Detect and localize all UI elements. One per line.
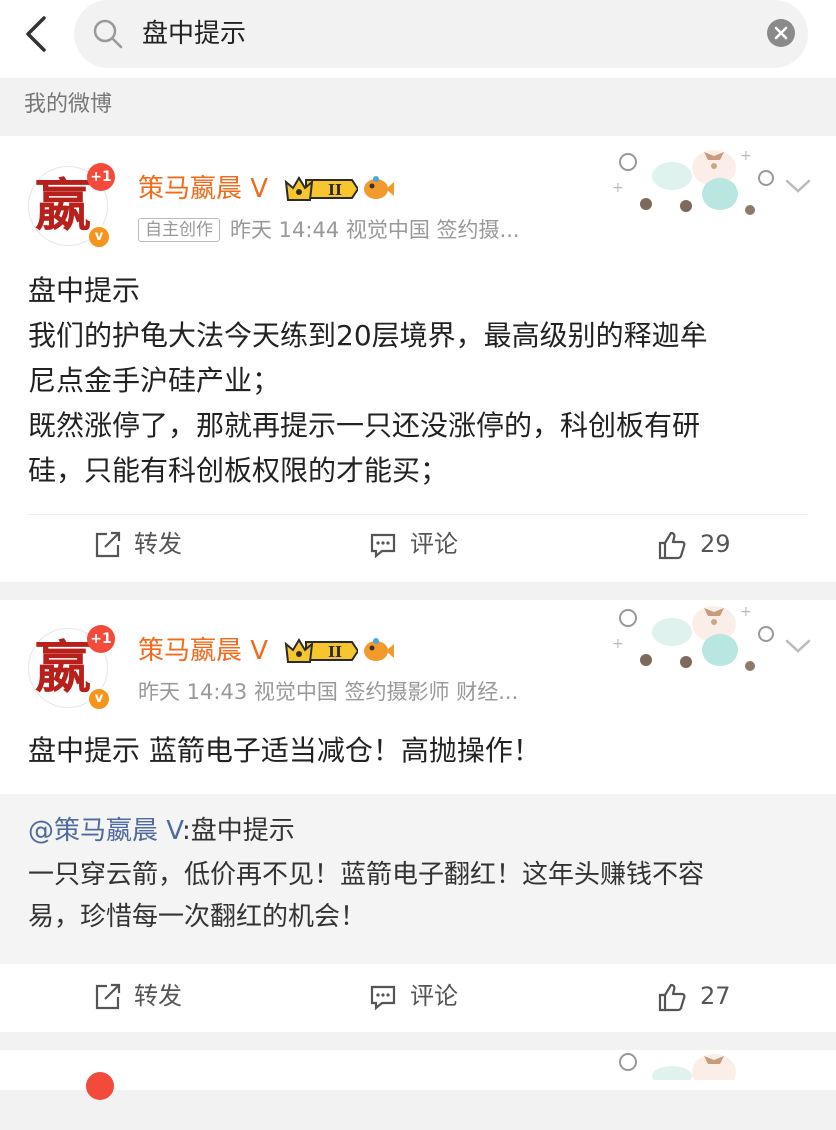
notification-badge: +1 [87, 625, 115, 653]
verified-badge: v [87, 225, 111, 249]
top-bar: 盘中提示 [0, 0, 836, 78]
post-line: 盘中提示 [28, 274, 141, 307]
post-line: 盘中提示 蓝箭电子适当减仓！高抛操作！ [28, 734, 541, 767]
svg-text:II: II [328, 181, 342, 199]
like-button[interactable]: 27 [656, 982, 746, 1014]
post-body: 盘中提示 蓝箭电子适当减仓！高抛操作！ [28, 728, 808, 773]
svg-text:+: + [740, 604, 752, 620]
post-card[interactable]: 嬴 +1 v 策马嬴晨 V II 昨天 14:43 视觉中国 签约摄影师 财经.… [0, 600, 836, 1032]
post-meta: 昨天 14:43 视觉中国 签约摄影师 财经... [138, 680, 519, 704]
repost-button[interactable]: 转发 [92, 982, 202, 1014]
comment-button[interactable]: 评论 [368, 530, 478, 562]
search-input[interactable]: 盘中提示 [74, 0, 808, 68]
repost-icon [95, 531, 121, 558]
repost-line: 易，珍惜每一次翻红的机会！ [28, 902, 367, 932]
post-body: 盘中提示 我们的护龟大法今天练到20层境界，最高级别的释迦牟 尼点金手沪硅产业；… [28, 268, 808, 493]
comment-button[interactable]: 评论 [368, 982, 478, 1014]
post-time-source: 昨天 14:44 视觉中国 签约摄... [230, 218, 520, 242]
notification-badge: +1 [87, 163, 115, 191]
avatar[interactable]: 嬴 +1 v [28, 163, 115, 249]
crown-icon: II [284, 636, 360, 666]
crown-icon: II [284, 174, 360, 204]
like-icon [658, 983, 686, 1012]
comment-label: 评论 [410, 982, 458, 1010]
post-meta: 自主创作 昨天 14:44 视觉中国 签约摄... [138, 216, 520, 244]
repost-label: 转发 [134, 982, 182, 1010]
repost-icon [95, 983, 121, 1010]
card-decoration-sticker: + + [606, 146, 782, 226]
like-count: 29 [700, 530, 731, 558]
card-decoration-sticker: + + [606, 602, 782, 682]
chevron-down-icon[interactable] [784, 636, 812, 656]
repost-button[interactable]: 转发 [92, 530, 202, 562]
fish-icon [362, 636, 394, 664]
original-tag: 自主创作 [138, 218, 220, 242]
verified-badge: v [87, 687, 111, 711]
post-line: 硅，只能有科创板权限的才能买； [28, 454, 449, 487]
svg-text:+: + [740, 148, 752, 164]
divider [28, 514, 808, 515]
username[interactable]: 策马嬴晨 V [138, 634, 268, 668]
comment-label: 评论 [410, 530, 458, 558]
avatar[interactable]: 嬴 +1 v [28, 625, 115, 711]
reposted-content[interactable]: @策马嬴晨 V:盘中提示 一只穿云箭，低价再不见！蓝箭电子翻红！这年头赚钱不容 … [0, 794, 836, 964]
comment-icon [370, 985, 396, 1011]
repost-title: :盘中提示 [181, 816, 295, 846]
repost-line: 一只穿云箭，低价再不见！蓝箭电子翻红！这年头赚钱不容 [28, 860, 705, 890]
search-query: 盘中提示 [142, 19, 247, 49]
clear-icon[interactable] [767, 19, 795, 47]
post-card[interactable]: 嬴 +1 v 策马嬴晨 V II 自主创作 昨天 14:44 视觉中国 签约摄..… [0, 136, 836, 582]
section-title: 我的微博 [24, 92, 113, 117]
card-decoration-sticker [606, 1050, 782, 1130]
comment-icon [370, 533, 396, 559]
repost-body: 一只穿云箭，低价再不见！蓝箭电子翻红！这年头赚钱不容 易，珍惜每一次翻红的机会！ [28, 854, 808, 938]
fish-icon [362, 174, 394, 202]
post-line: 尼点金手沪硅产业； [28, 364, 281, 397]
repost-author-link[interactable]: @策马嬴晨 V [28, 816, 182, 846]
like-count: 27 [700, 982, 731, 1010]
back-arrow-icon[interactable] [18, 14, 58, 54]
repost-author-line: @策马嬴晨 V:盘中提示 [28, 814, 295, 848]
avatar-logo: 嬴 [35, 173, 91, 239]
like-button[interactable]: 29 [656, 530, 746, 562]
username[interactable]: 策马嬴晨 V [138, 172, 268, 206]
like-icon [658, 531, 686, 560]
avatar-logo: 嬴 [35, 635, 91, 701]
chevron-down-icon[interactable] [784, 176, 812, 196]
svg-text:+: + [612, 180, 624, 196]
post-line: 我们的护龟大法今天练到20层境界，最高级别的释迦牟 [28, 319, 708, 352]
post-card[interactable] [0, 1050, 836, 1100]
notification-badge [86, 1072, 114, 1100]
svg-text:+: + [612, 636, 624, 652]
search-icon [92, 18, 124, 50]
post-line: 既然涨停了，那就再提示一只还没涨停的，科创板有研 [28, 409, 701, 442]
svg-text:II: II [328, 643, 342, 661]
repost-label: 转发 [134, 530, 182, 558]
